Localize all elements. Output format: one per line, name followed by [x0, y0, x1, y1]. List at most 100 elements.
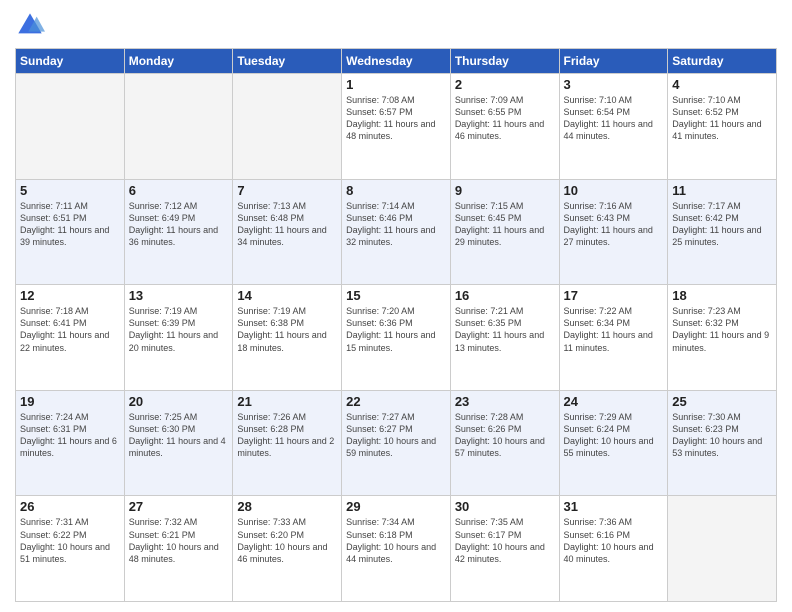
day-info: Sunrise: 7:23 AM Sunset: 6:32 PM Dayligh… [672, 305, 772, 354]
calendar-day [233, 74, 342, 180]
day-info: Sunrise: 7:14 AM Sunset: 6:46 PM Dayligh… [346, 200, 446, 249]
weekday-header-wednesday: Wednesday [342, 49, 451, 74]
day-number: 18 [672, 288, 772, 303]
weekday-header-sunday: Sunday [16, 49, 125, 74]
day-info: Sunrise: 7:32 AM Sunset: 6:21 PM Dayligh… [129, 516, 229, 565]
calendar-page: SundayMondayTuesdayWednesdayThursdayFrid… [0, 0, 792, 612]
calendar-day: 3Sunrise: 7:10 AM Sunset: 6:54 PM Daylig… [559, 74, 668, 180]
day-number: 24 [564, 394, 664, 409]
day-info: Sunrise: 7:21 AM Sunset: 6:35 PM Dayligh… [455, 305, 555, 354]
calendar-day: 17 Sunrise: 7:22 AM Sunset: 6:34 PM Dayli… [559, 285, 668, 391]
calendar-day: 30 Sunrise: 7:35 AM Sunset: 6:17 PM Dayli… [450, 496, 559, 602]
day-info: Sunrise: 7:22 AM Sunset: 6:34 PM Dayligh… [564, 305, 664, 354]
day-info: Sunrise: 7:25 AM Sunset: 6:30 PM Dayligh… [129, 411, 229, 460]
logo-icon [15, 10, 45, 40]
day-number: 4 [672, 77, 772, 92]
day-number: 19 [20, 394, 120, 409]
calendar-day: 12 Sunrise: 7:18 AM Sunset: 6:41 PM Dayli… [16, 285, 125, 391]
calendar-day: 8 Sunrise: 7:14 AM Sunset: 6:46 PM Daylig… [342, 179, 451, 285]
day-info: Sunrise: 7:09 AM Sunset: 6:55 PM Dayligh… [455, 94, 555, 143]
calendar-day: 21Sunrise: 7:26 AM Sunset: 6:28 PM Dayli… [233, 390, 342, 496]
calendar-day: 29 Sunrise: 7:34 AM Sunset: 6:18 PM Dayli… [342, 496, 451, 602]
day-number: 26 [20, 499, 120, 514]
weekday-header-friday: Friday [559, 49, 668, 74]
calendar-day: 2 Sunrise: 7:09 AM Sunset: 6:55 PM Daylig… [450, 74, 559, 180]
day-number: 16 [455, 288, 555, 303]
calendar-table: SundayMondayTuesdayWednesdayThursdayFrid… [15, 48, 777, 602]
day-number: 17 [564, 288, 664, 303]
calendar-week-row: 12 Sunrise: 7:18 AM Sunset: 6:41 PM Dayli… [16, 285, 777, 391]
calendar-day: 5 Sunrise: 7:11 AM Sunset: 6:51 PM Daylig… [16, 179, 125, 285]
day-number: 27 [129, 499, 229, 514]
calendar-header: SundayMondayTuesdayWednesdayThursdayFrid… [16, 49, 777, 74]
day-info: Sunrise: 7:31 AM Sunset: 6:22 PM Dayligh… [20, 516, 120, 565]
day-info: Sunrise: 7:27 AM Sunset: 6:27 PM Dayligh… [346, 411, 446, 460]
logo [15, 10, 49, 40]
day-info: Sunrise: 7:20 AM Sunset: 6:36 PM Dayligh… [346, 305, 446, 354]
day-number: 21 [237, 394, 337, 409]
weekday-header-monday: Monday [124, 49, 233, 74]
calendar-day: 1 Sunrise: 7:08 AM Sunset: 6:57 PM Daylig… [342, 74, 451, 180]
day-number: 12 [20, 288, 120, 303]
weekday-header-row: SundayMondayTuesdayWednesdayThursdayFrid… [16, 49, 777, 74]
day-number: 11 [672, 183, 772, 198]
calendar-day: 25 Sunrise: 7:30 AM Sunset: 6:23 PM Dayli… [668, 390, 777, 496]
day-number: 8 [346, 183, 446, 198]
day-number: 9 [455, 183, 555, 198]
weekday-header-tuesday: Tuesday [233, 49, 342, 74]
day-number: 28 [237, 499, 337, 514]
day-info: Sunrise: 7:18 AM Sunset: 6:41 PM Dayligh… [20, 305, 120, 354]
day-info: Sunrise: 7:11 AM Sunset: 6:51 PM Dayligh… [20, 200, 120, 249]
calendar-day: 27 Sunrise: 7:32 AM Sunset: 6:21 PM Dayli… [124, 496, 233, 602]
day-info: Sunrise: 7:17 AM Sunset: 6:42 PM Dayligh… [672, 200, 772, 249]
day-number: 2 [455, 77, 555, 92]
day-number: 31 [564, 499, 664, 514]
calendar-day: 13Sunrise: 7:19 AM Sunset: 6:39 PM Dayli… [124, 285, 233, 391]
day-number: 14 [237, 288, 337, 303]
calendar-day: 24 Sunrise: 7:29 AM Sunset: 6:24 PM Dayli… [559, 390, 668, 496]
day-number: 25 [672, 394, 772, 409]
calendar-day: 15 Sunrise: 7:20 AM Sunset: 6:36 PM Dayli… [342, 285, 451, 391]
day-info: Sunrise: 7:15 AM Sunset: 6:45 PM Dayligh… [455, 200, 555, 249]
calendar-day: 19Sunrise: 7:24 AM Sunset: 6:31 PM Dayli… [16, 390, 125, 496]
calendar-week-row: 26 Sunrise: 7:31 AM Sunset: 6:22 PM Dayli… [16, 496, 777, 602]
day-number: 5 [20, 183, 120, 198]
calendar-day: 20Sunrise: 7:25 AM Sunset: 6:30 PM Dayli… [124, 390, 233, 496]
day-info: Sunrise: 7:10 AM Sunset: 6:52 PM Dayligh… [672, 94, 772, 143]
day-info: Sunrise: 7:08 AM Sunset: 6:57 PM Dayligh… [346, 94, 446, 143]
calendar-day: 11 Sunrise: 7:17 AM Sunset: 6:42 PM Dayli… [668, 179, 777, 285]
day-number: 30 [455, 499, 555, 514]
day-info: Sunrise: 7:35 AM Sunset: 6:17 PM Dayligh… [455, 516, 555, 565]
day-number: 6 [129, 183, 229, 198]
day-info: Sunrise: 7:19 AM Sunset: 6:38 PM Dayligh… [237, 305, 337, 354]
day-info: Sunrise: 7:34 AM Sunset: 6:18 PM Dayligh… [346, 516, 446, 565]
day-number: 3 [564, 77, 664, 92]
calendar-day: 31 Sunrise: 7:36 AM Sunset: 6:16 PM Dayli… [559, 496, 668, 602]
day-info: Sunrise: 7:19 AM Sunset: 6:39 PM Dayligh… [129, 305, 229, 354]
page-header [15, 10, 777, 40]
day-info: Sunrise: 7:33 AM Sunset: 6:20 PM Dayligh… [237, 516, 337, 565]
day-info: Sunrise: 7:29 AM Sunset: 6:24 PM Dayligh… [564, 411, 664, 460]
calendar-day: 6 Sunrise: 7:12 AM Sunset: 6:49 PM Daylig… [124, 179, 233, 285]
day-info: Sunrise: 7:28 AM Sunset: 6:26 PM Dayligh… [455, 411, 555, 460]
calendar-day: 10 Sunrise: 7:16 AM Sunset: 6:43 PM Dayli… [559, 179, 668, 285]
day-number: 1 [346, 77, 446, 92]
calendar-day [16, 74, 125, 180]
day-info: Sunrise: 7:13 AM Sunset: 6:48 PM Dayligh… [237, 200, 337, 249]
day-info: Sunrise: 7:12 AM Sunset: 6:49 PM Dayligh… [129, 200, 229, 249]
calendar-day: 28 Sunrise: 7:33 AM Sunset: 6:20 PM Dayli… [233, 496, 342, 602]
calendar-day: 18 Sunrise: 7:23 AM Sunset: 6:32 PM Dayli… [668, 285, 777, 391]
calendar-week-row: 19Sunrise: 7:24 AM Sunset: 6:31 PM Dayli… [16, 390, 777, 496]
day-info: Sunrise: 7:36 AM Sunset: 6:16 PM Dayligh… [564, 516, 664, 565]
day-info: Sunrise: 7:16 AM Sunset: 6:43 PM Dayligh… [564, 200, 664, 249]
day-number: 29 [346, 499, 446, 514]
calendar-week-row: 5 Sunrise: 7:11 AM Sunset: 6:51 PM Daylig… [16, 179, 777, 285]
day-info: Sunrise: 7:30 AM Sunset: 6:23 PM Dayligh… [672, 411, 772, 460]
calendar-day: 16 Sunrise: 7:21 AM Sunset: 6:35 PM Dayli… [450, 285, 559, 391]
calendar-week-row: 1 Sunrise: 7:08 AM Sunset: 6:57 PM Daylig… [16, 74, 777, 180]
day-number: 10 [564, 183, 664, 198]
calendar-day: 14 Sunrise: 7:19 AM Sunset: 6:38 PM Dayli… [233, 285, 342, 391]
calendar-day: 22Sunrise: 7:27 AM Sunset: 6:27 PM Dayli… [342, 390, 451, 496]
calendar-day: 9 Sunrise: 7:15 AM Sunset: 6:45 PM Daylig… [450, 179, 559, 285]
day-number: 15 [346, 288, 446, 303]
